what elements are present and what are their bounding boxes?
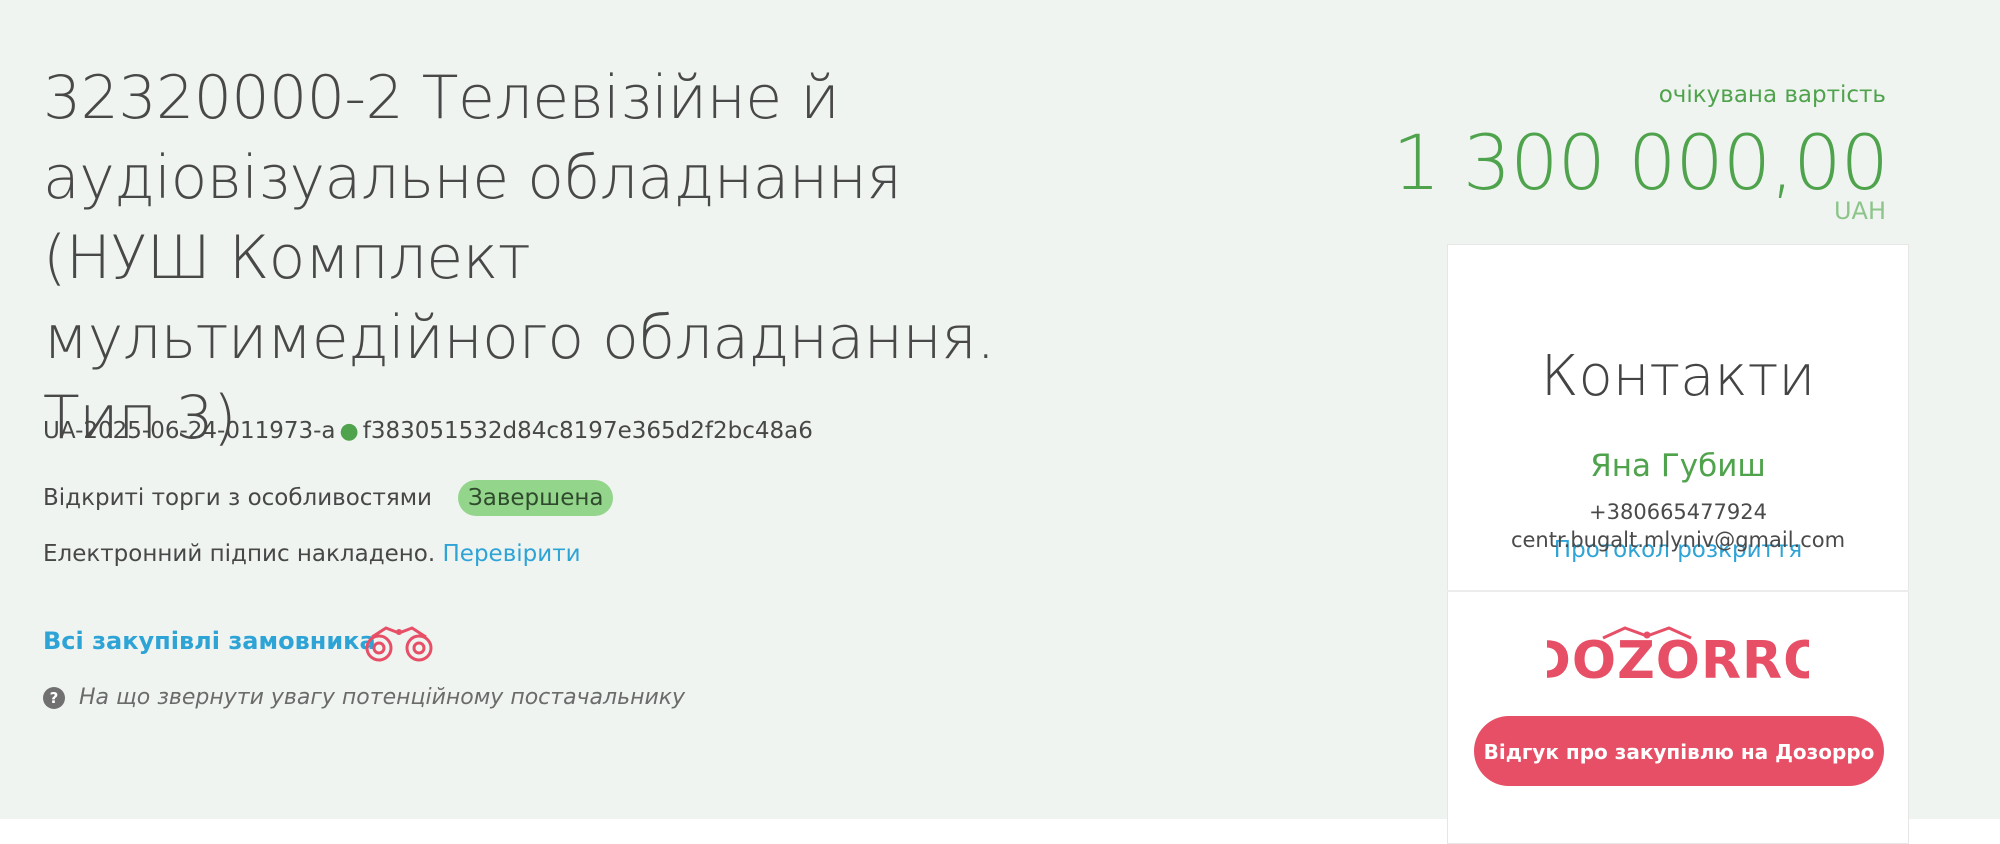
binoculars-icon[interactable]	[362, 622, 438, 664]
tender-title: 32320000-2 Телевізійне й аудіовізуальне …	[43, 63, 995, 453]
green-dot-icon: ●	[339, 419, 359, 444]
signature-line: Електронний підпис накладено. Перевірити	[43, 541, 581, 567]
contact-phone: +380665477924	[1589, 500, 1767, 524]
status-badge: Завершена	[458, 480, 614, 516]
contact-email: centr.bugalt.mlyniv@gmail.com	[1510, 528, 1846, 552]
card-divider	[1447, 590, 1909, 592]
contact-name: Яна Губиш	[1590, 448, 1766, 484]
question-circle-icon: ?	[43, 686, 65, 709]
procedure-type: Відкриті торги з особливостями	[43, 485, 432, 511]
signature-text: Електронний підпис накладено.	[43, 541, 436, 567]
procedure-line: Відкриті торги з особливостями Завершена	[43, 480, 614, 516]
tender-id-line: UA-2025-06-24-011973-a ● f383051532d84c819…	[43, 418, 813, 444]
buyer-tenders-link[interactable]: Всі закупівлі замовника	[43, 627, 376, 655]
verify-signature-link[interactable]: Перевірити	[443, 541, 581, 567]
supplier-hint[interactable]: ? На що звернути увагу потенційному пост…	[43, 685, 685, 710]
tender-id: UA-2025-06-24-011973-a	[43, 418, 336, 444]
expected-value-amount: 1 300 000,00	[1392, 118, 1889, 207]
dozorro-review-button[interactable]: Відгук про закупівлю на Дозорро	[1474, 716, 1884, 786]
expected-value-currency: UAH	[1833, 197, 1886, 225]
dozorro-logo-text: DOZORRO	[1547, 631, 1809, 686]
expected-value-caption: очікувана вартість	[1658, 82, 1886, 108]
tender-hash: f383051532d84c8197e365d2f2bc48a6	[362, 418, 813, 444]
dozorro-logo[interactable]: DOZORRO	[1547, 624, 1809, 686]
supplier-hint-text: На що звернути увагу потенційному постач…	[79, 685, 686, 710]
contacts-heading: Контакти	[1540, 344, 1816, 409]
